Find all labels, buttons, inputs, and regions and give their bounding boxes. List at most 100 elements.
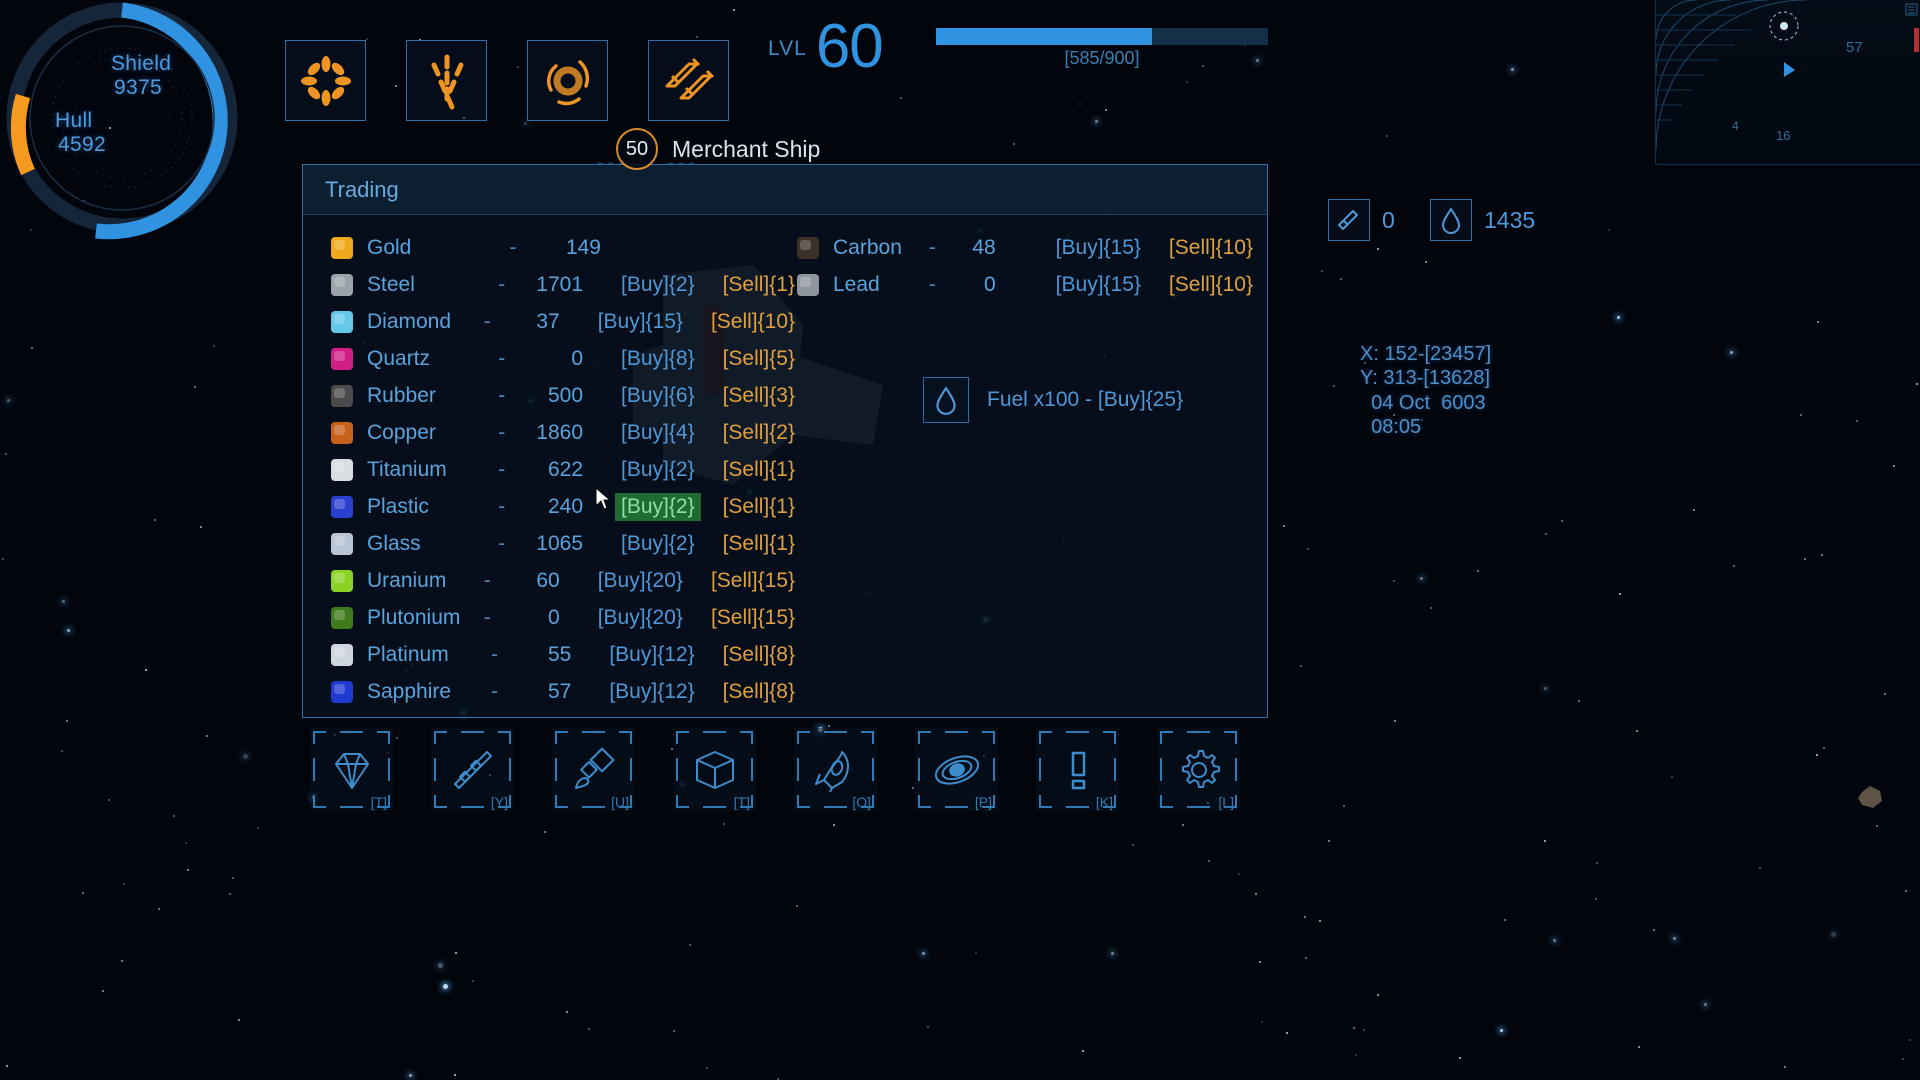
- weapon-slot-1[interactable]: [285, 40, 366, 121]
- merchant-ship-name: Merchant Ship: [672, 135, 821, 162]
- burst-weapon-icon: [298, 53, 354, 109]
- spread-weapon-icon: [419, 51, 475, 111]
- sell-button[interactable]: [Sell]{1}: [717, 530, 801, 558]
- buy-button[interactable]: [Buy]{15}: [592, 308, 689, 336]
- plastic-icon: [331, 495, 353, 518]
- goods-row: Rubber - 500 [Buy]{6} [Sell]{3}: [331, 377, 801, 414]
- goods-row: Titanium - 622 [Buy]{2} [Sell]{1}: [331, 451, 801, 488]
- weapon-slot-4[interactable]: [648, 40, 729, 121]
- xp-bar-fill: [936, 28, 1152, 45]
- sell-button[interactable]: [Sell]{2}: [717, 419, 801, 447]
- steel-icon: [331, 273, 353, 296]
- copper-icon: [331, 421, 353, 444]
- coordinates-panel: X: 152-[23457] Y: 313-[13628] 04 Oct 600…: [1360, 342, 1491, 440]
- plutonium-icon: [331, 606, 353, 629]
- sell-button[interactable]: [Sell]{3}: [717, 382, 801, 410]
- ammo-value: 0: [1382, 206, 1395, 233]
- goods-name: Plastic: [367, 494, 429, 518]
- mouse-cursor: [595, 487, 612, 510]
- goods-row: Plastic - 240 [Buy]{2} [Sell]{1}: [331, 488, 801, 525]
- buy-button[interactable]: [Buy]{6}: [615, 382, 701, 410]
- sell-button[interactable]: [Sell]{8}: [717, 678, 801, 706]
- toolbar-hotkey: [Y]: [490, 794, 508, 810]
- buy-button[interactable]: [Buy]{15}: [1050, 271, 1147, 299]
- goods-quantity: 0: [548, 605, 560, 629]
- weapon-slot-2[interactable]: [406, 40, 487, 121]
- goods-row: Carbon - 48 [Buy]{15} [Sell]{10}: [779, 229, 1259, 266]
- buy-button[interactable]: [Buy]{4}: [615, 419, 701, 447]
- fuel-value: 1435: [1484, 206, 1536, 233]
- goods-name: Uranium: [367, 568, 447, 592]
- fuel-purchase-offer[interactable]: Fuel x100 - [Buy]{25}: [923, 377, 1183, 423]
- goods-name: Rubber: [367, 383, 436, 407]
- buy-button[interactable]: [Buy]{20}: [592, 604, 689, 632]
- buy-button[interactable]: [Buy]{2}: [615, 492, 701, 521]
- sell-button[interactable]: [Sell]{5}: [717, 345, 801, 373]
- coord-x: X: 152-[23457]: [1360, 343, 1492, 365]
- buy-button[interactable]: [Buy]{12}: [603, 678, 700, 706]
- sell-button[interactable]: [Sell]{1}: [717, 456, 801, 484]
- toolbar-hotkey: [P]: [974, 794, 992, 810]
- toolbar-button-rocket[interactable]: [O]: [794, 728, 877, 811]
- goods-separator: -: [498, 346, 506, 370]
- level-display: LVL 60: [768, 16, 884, 78]
- goods-separator: -: [509, 235, 517, 259]
- goods-separator: -: [483, 605, 491, 629]
- toolbar-button-cargo-box[interactable]: [T]: [673, 728, 756, 811]
- buy-button[interactable]: [Buy]{8}: [615, 345, 701, 373]
- sell-button[interactable]: [Sell]{8}: [717, 641, 801, 669]
- level-label: LVL: [768, 36, 807, 60]
- shield-value: 9375: [114, 76, 162, 99]
- toolbar-button-diamond[interactable]: [T]: [310, 728, 393, 811]
- fuel-counter: 1435: [1430, 199, 1535, 241]
- radar-minimap[interactable]: 57 16 4: [1655, 0, 1920, 165]
- sell-button[interactable]: [Sell]{15}: [705, 604, 801, 632]
- goods-quantity: 0: [571, 346, 584, 370]
- sell-button[interactable]: [Sell]{10}: [1163, 271, 1259, 299]
- goods-quantity: 1701: [536, 272, 584, 296]
- missile-weapon-icon: [659, 52, 719, 110]
- sell-button[interactable]: [Sell]{10}: [1163, 234, 1259, 262]
- goods-name: Titanium: [367, 457, 447, 481]
- toolbar-button-alert[interactable]: [K]: [1036, 728, 1119, 811]
- toolbar-button-thruster[interactable]: [U]: [552, 728, 635, 811]
- buy-button[interactable]: [Buy]{2}: [615, 530, 701, 558]
- fuel-offer-label[interactable]: Fuel x100 - [Buy]{25}: [987, 388, 1183, 412]
- goods-separator: -: [498, 383, 506, 407]
- buy-button[interactable]: [Buy]{15}: [1050, 234, 1147, 262]
- goods-row: Gold - 149: [331, 229, 801, 266]
- goods-separator: -: [483, 309, 491, 333]
- goods-name: Sapphire: [367, 679, 452, 703]
- toolbar-hotkey: [K]: [1095, 794, 1113, 810]
- goods-row: Platinum - 55 [Buy]{12} [Sell]{8}: [331, 636, 801, 673]
- goods-quantity: 149: [565, 235, 601, 259]
- sell-button[interactable]: [Sell]{10}: [705, 308, 801, 336]
- sell-button[interactable]: [Sell]{15}: [705, 567, 801, 595]
- glass-icon: [331, 532, 353, 555]
- toolbar-button-galaxy[interactable]: [P]: [915, 728, 998, 811]
- goods-quantity: 48: [972, 235, 996, 259]
- buy-button[interactable]: [Buy]{20}: [592, 567, 689, 595]
- sell-button[interactable]: [Sell]{1}: [717, 493, 801, 521]
- buy-button[interactable]: [Buy]{12}: [603, 641, 700, 669]
- buy-button[interactable]: [Buy]{2}: [615, 456, 701, 484]
- buy-button[interactable]: [Buy]{2}: [615, 271, 701, 299]
- weapon-slot-3[interactable]: [527, 40, 608, 121]
- coord-y: Y: 313-[13628]: [1360, 367, 1491, 390]
- uranium-icon: [331, 569, 353, 592]
- toolbar-button-weapon[interactable]: [Y]: [431, 728, 514, 811]
- game-date: 04 Oct 6003: [1360, 391, 1486, 414]
- goods-row: Plutonium - 0 [Buy]{20} [Sell]{15}: [331, 599, 801, 636]
- ammo-icon: [1328, 199, 1370, 241]
- goods-name: Gold: [367, 235, 412, 259]
- goods-name: Steel: [367, 272, 415, 296]
- goods-separator: -: [498, 531, 506, 555]
- goods-name: Lead: [833, 272, 880, 296]
- toolbar-button-gear[interactable]: [L]: [1157, 728, 1240, 811]
- goods-quantity: 1860: [536, 420, 584, 444]
- goods-separator: -: [928, 272, 936, 296]
- toolbar-hotkey: [O]: [852, 794, 871, 810]
- goods-quantity: 500: [547, 383, 584, 407]
- shield-label: Shield: [111, 52, 172, 75]
- merchant-ship-header: 50 Merchant Ship: [616, 128, 820, 170]
